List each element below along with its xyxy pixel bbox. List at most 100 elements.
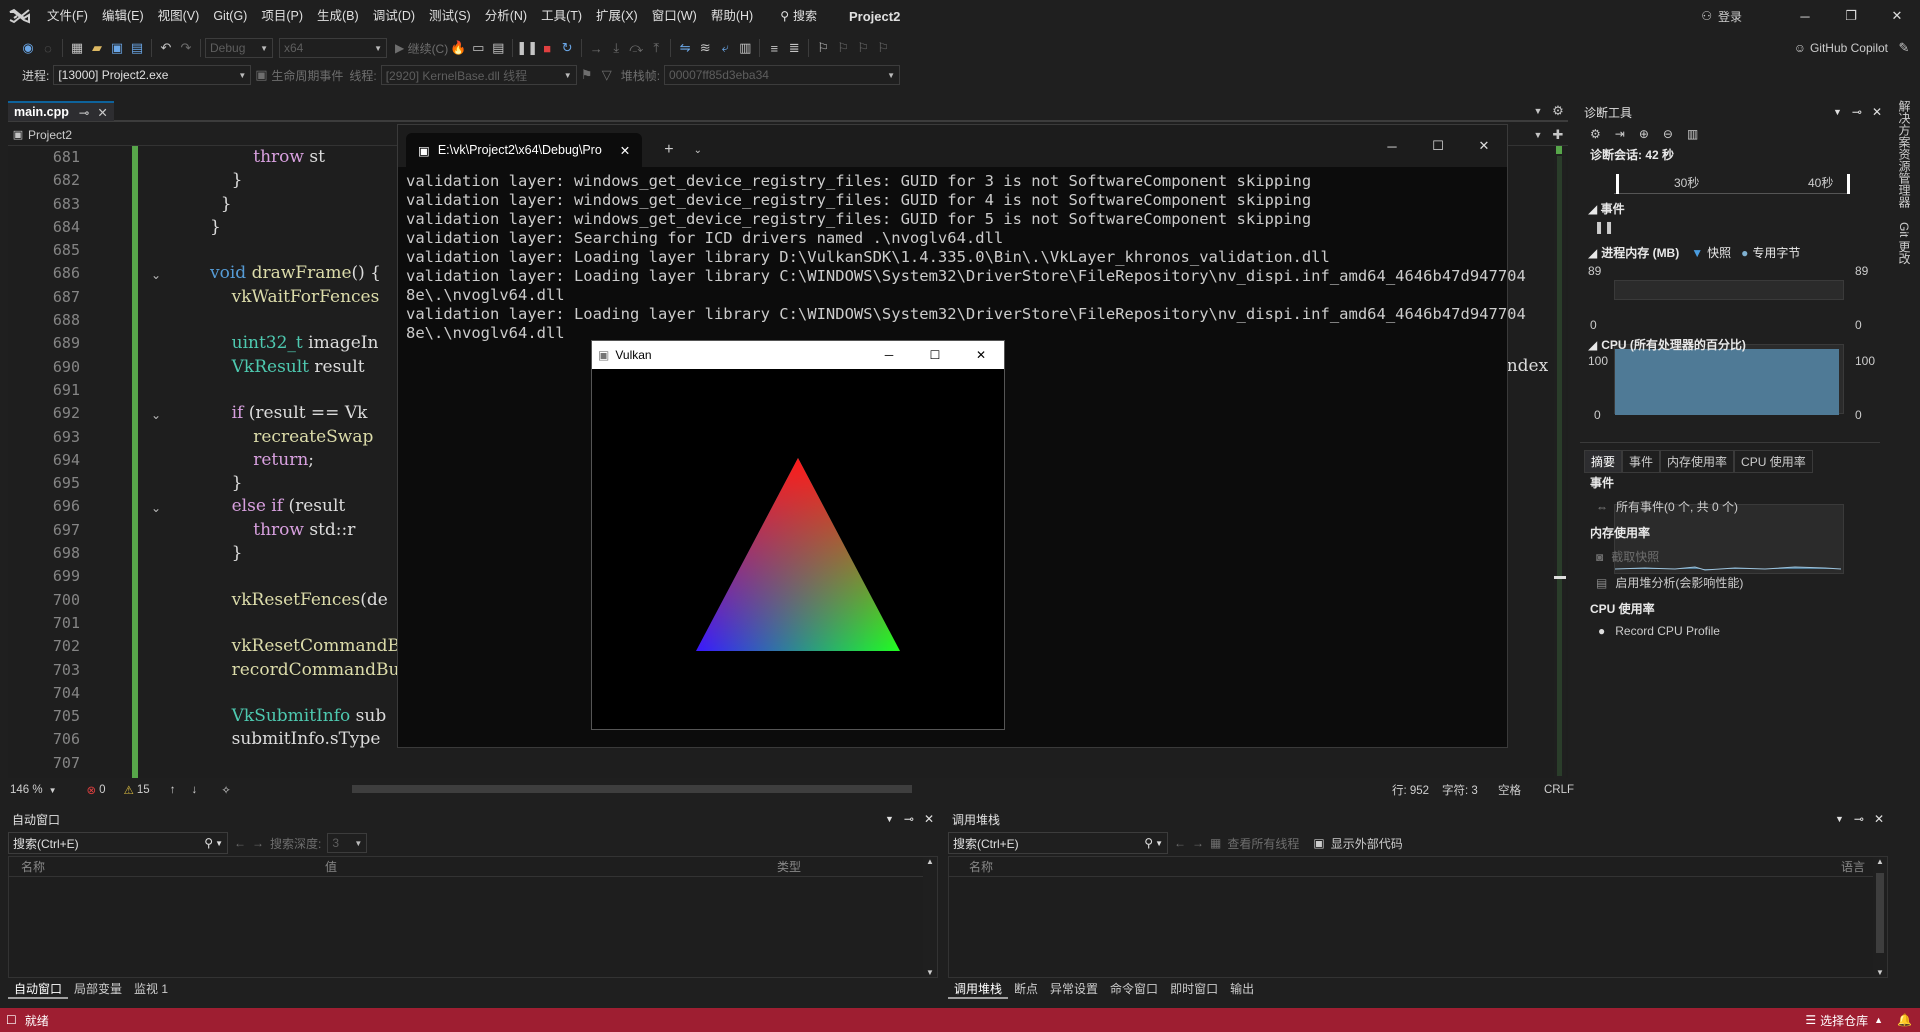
hex-icon[interactable]: ⇋: [675, 38, 695, 58]
notifications-icon[interactable]: 🔔: [1897, 1013, 1912, 1027]
panel-tab[interactable]: 调用堆栈: [948, 979, 1009, 999]
dropdown-icon[interactable]: ▼: [1833, 107, 1842, 117]
collapse-icon[interactable]: ⌄: [151, 501, 161, 515]
github-copilot-button[interactable]: ☺ GitHub Copilot: [1794, 41, 1888, 55]
save-all-icon[interactable]: ▤: [127, 38, 147, 58]
panel-tab[interactable]: 监视 1: [128, 979, 174, 999]
settings-icon[interactable]: ⚙: [1548, 101, 1568, 121]
console-tab[interactable]: ▣ E:\vk\Project2\x64\Debug\Pro ✕: [406, 133, 643, 167]
undo-icon[interactable]: ↶: [156, 38, 176, 58]
search-depth-dropdown[interactable]: 3 ▼: [327, 833, 368, 853]
redo-icon[interactable]: ↷: [176, 38, 196, 58]
comment-icon[interactable]: ≡: [764, 38, 784, 58]
code-line[interactable]: submitInfo.sType: [210, 728, 411, 751]
tab-list-dropdown-icon[interactable]: ▼: [1528, 101, 1548, 121]
lifecycle-icon[interactable]: ▣: [251, 65, 271, 85]
menu-item[interactable]: 项目(P): [254, 0, 310, 32]
minimize-button[interactable]: ─: [1782, 0, 1828, 32]
panel-tab[interactable]: 命令窗口: [1104, 979, 1164, 999]
show-external-code-button[interactable]: 显示外部代码: [1331, 835, 1403, 852]
forward-arrow-icon[interactable]: →: [1192, 836, 1204, 850]
all-events-link[interactable]: ⇔ 所有事件(0 个, 共 0 个): [1596, 498, 1738, 515]
diag-tab[interactable]: 摘要: [1584, 450, 1623, 473]
panel-tab[interactable]: 断点: [1008, 979, 1044, 999]
chart-icon[interactable]: ▥: [1687, 127, 1698, 141]
split-icon[interactable]: ✚: [1548, 125, 1568, 145]
close-tab-icon[interactable]: ✕: [97, 105, 107, 120]
take-snapshot-button[interactable]: ◙ 截取快照: [1596, 548, 1659, 565]
tab-main-cpp[interactable]: main.cpp ⊸ ✕: [8, 101, 114, 121]
menu-item[interactable]: Git(G): [206, 0, 254, 32]
flag-icon[interactable]: ⚑: [577, 65, 597, 85]
code-line[interactable]: [210, 682, 411, 705]
up-caret-icon[interactable]: ▲: [1874, 1015, 1883, 1025]
browse-icon[interactable]: ▭: [468, 38, 488, 58]
menu-item[interactable]: 生成(B): [310, 0, 366, 32]
code-line[interactable]: else if (result: [210, 495, 411, 518]
next-bookmark-icon[interactable]: ⚐: [853, 38, 873, 58]
configuration-dropdown[interactable]: Debug ▼: [205, 38, 273, 58]
pin-icon[interactable]: ⊸: [904, 812, 914, 826]
continue-button[interactable]: ▶ 继续(C): [395, 40, 448, 57]
feedback-icon[interactable]: ✎: [1894, 38, 1914, 58]
panel-tab[interactable]: 输出: [1224, 979, 1260, 999]
warning-count[interactable]: 15: [137, 784, 150, 796]
maximize-button[interactable]: ☐: [1415, 130, 1461, 162]
minimize-button[interactable]: ─: [866, 348, 912, 362]
collapse-icon[interactable]: ⌄: [151, 268, 161, 282]
pin-icon[interactable]: ⊸: [1854, 812, 1864, 826]
close-button[interactable]: ✕: [958, 348, 1004, 362]
code-line[interactable]: [210, 239, 411, 262]
whitespace-indicator[interactable]: 空格: [1498, 782, 1521, 798]
layout-icon[interactable]: ▤: [488, 38, 508, 58]
zoom-level[interactable]: 146 %: [10, 784, 43, 796]
cleanup-icon[interactable]: ✧: [221, 783, 231, 797]
code-line[interactable]: [210, 565, 411, 588]
panel-tab[interactable]: 局部变量: [68, 979, 128, 999]
code-line[interactable]: return;: [210, 449, 411, 472]
thread-dropdown[interactable]: [2920] KernelBase.dll 线程 ▼: [380, 65, 577, 85]
code-line[interactable]: void drawFrame() {: [210, 262, 411, 285]
menu-item[interactable]: 文件(F): [40, 0, 95, 32]
close-icon[interactable]: ✕: [1872, 105, 1882, 119]
error-count[interactable]: 0: [99, 784, 105, 796]
step-out-icon[interactable]: ⤒: [646, 38, 666, 58]
bookmark-icon[interactable]: ⚐: [813, 38, 833, 58]
platform-dropdown[interactable]: x64 ▼: [279, 38, 387, 58]
menu-item[interactable]: 帮助(H): [704, 0, 760, 32]
menu-item[interactable]: 窗口(W): [645, 0, 704, 32]
code-line[interactable]: throw std::r: [210, 519, 411, 542]
col-name[interactable]: 名称: [21, 858, 45, 875]
signin-button[interactable]: ⚇ 登录: [1701, 8, 1742, 25]
panel-tab[interactable]: 自动窗口: [8, 979, 69, 999]
close-button[interactable]: ✕: [1874, 0, 1920, 32]
menu-item[interactable]: 调试(D): [366, 0, 422, 32]
code-line[interactable]: }: [210, 216, 411, 239]
filter-icon[interactable]: ▽: [597, 65, 617, 85]
save-icon[interactable]: ▣: [107, 38, 127, 58]
memory-graph[interactable]: [1614, 344, 1844, 415]
vertical-scrollbar[interactable]: [1554, 146, 1566, 778]
export-icon[interactable]: ⇥: [1615, 127, 1625, 141]
code-text[interactable]: throw st } }} void drawFrame() { vkWaitFo…: [210, 146, 411, 775]
autos-grid[interactable]: 名称 值 类型 ▲ ▼: [8, 856, 938, 978]
uncomment-icon[interactable]: ≣: [784, 38, 804, 58]
view-all-threads-button[interactable]: 查看所有线程: [1227, 835, 1299, 852]
stack-frame-dropdown[interactable]: 00007ff85d3eba34 ▼: [664, 65, 901, 85]
collapse-icon[interactable]: ⌄: [151, 408, 161, 422]
close-icon[interactable]: ✕: [1874, 812, 1884, 826]
col-name[interactable]: 名称: [969, 858, 993, 875]
close-button[interactable]: ✕: [1461, 130, 1507, 162]
code-line[interactable]: vkResetCommandBu: [210, 635, 411, 658]
zoom-dropdown-icon[interactable]: ▼: [49, 786, 57, 795]
vertical-scrollbar[interactable]: ▲ ▼: [923, 857, 937, 977]
maximize-button[interactable]: ☐: [912, 348, 958, 362]
dropdown-icon[interactable]: ▼: [1835, 814, 1844, 824]
menu-item[interactable]: 视图(V): [151, 0, 207, 32]
visual-studio-logo-icon[interactable]: [0, 0, 40, 32]
hot-reload-icon[interactable]: 🔥: [448, 38, 468, 58]
down-arrow-icon[interactable]: ↓: [191, 784, 197, 796]
diag-tab[interactable]: 事件: [1622, 450, 1661, 473]
new-tab-icon[interactable]: +: [664, 141, 673, 159]
code-line[interactable]: VkResult result: [210, 356, 411, 379]
